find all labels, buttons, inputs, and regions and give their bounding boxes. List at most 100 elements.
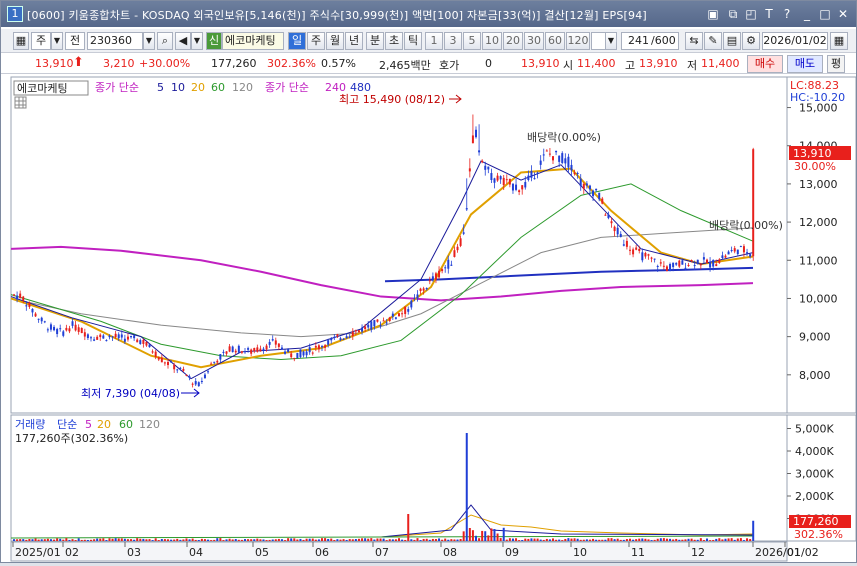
legend-ma60: 60 — [211, 81, 225, 94]
volume-bar — [139, 538, 142, 541]
volume-bar — [533, 538, 536, 541]
volume-bar — [545, 538, 548, 541]
volume-bar — [459, 538, 462, 541]
save-icon[interactable]: ▤ — [723, 32, 741, 50]
volume-bar — [321, 538, 323, 541]
speaker-dropdown-icon[interactable]: ▼ — [191, 32, 203, 50]
volume-bar — [74, 540, 77, 541]
interval-dropdown-icon[interactable]: ▼ — [605, 32, 617, 50]
period-select[interactable]: 주 — [31, 32, 51, 50]
tag-icon[interactable]: T — [761, 6, 777, 22]
prev-button[interactable]: 전 — [65, 32, 85, 50]
settings-gear-icon[interactable]: ⚙ — [742, 32, 760, 50]
close-icon[interactable]: ✕ — [835, 6, 851, 22]
candle-body — [247, 348, 250, 350]
volume-bar — [702, 540, 705, 541]
candle-body — [502, 177, 505, 186]
volume-bar — [579, 539, 582, 541]
volume-bar — [244, 539, 246, 541]
price-tick-label: 9,000 — [799, 331, 831, 344]
count-input[interactable]: 241 — [621, 32, 651, 50]
speaker-icon[interactable]: ◀ — [175, 32, 191, 50]
candle-body — [434, 273, 437, 280]
help-icon[interactable]: ? — [779, 6, 795, 22]
tab-day[interactable]: 일 — [288, 32, 306, 50]
tab-minute[interactable]: 분 — [366, 32, 384, 50]
candle-body — [706, 259, 708, 263]
candle-body — [154, 351, 157, 357]
volume-bar — [561, 540, 564, 541]
volume-bar — [77, 538, 80, 541]
interval-120[interactable]: 120 — [566, 32, 590, 50]
volume-value: 177,260 — [211, 57, 257, 70]
candle-body — [46, 329, 49, 331]
interval-20[interactable]: 20 — [503, 32, 523, 50]
candle-body — [188, 376, 191, 379]
date-input[interactable]: 2026/01/02 — [762, 32, 828, 50]
interval-1[interactable]: 1 — [425, 32, 443, 50]
stock-name-field[interactable]: 에코마케팅 — [222, 32, 284, 50]
candle-body — [133, 335, 136, 339]
candle-body — [690, 260, 693, 262]
tab-month[interactable]: 월 — [326, 32, 344, 50]
candle-body — [709, 261, 712, 268]
volume-bar — [604, 539, 607, 541]
calendar-icon[interactable]: ▦ — [830, 32, 848, 50]
window-toggle-icon[interactable]: ▣ — [705, 6, 721, 22]
volume-bar — [394, 539, 397, 541]
code-dropdown-icon[interactable]: ▼ — [143, 32, 155, 50]
candle-body — [111, 336, 114, 338]
interval-3[interactable]: 3 — [444, 32, 462, 50]
volume-bar — [644, 538, 647, 541]
candle-body — [404, 306, 407, 314]
interval-60[interactable]: 60 — [545, 32, 565, 50]
volume-bar — [564, 538, 567, 541]
candle-body — [582, 183, 585, 189]
grid-icon[interactable]: ▦ — [13, 32, 29, 50]
volume-ma120: 120 — [139, 418, 160, 431]
window-lock-icon[interactable]: ◰ — [743, 6, 759, 22]
interval-30[interactable]: 30 — [524, 32, 544, 50]
volume-bar — [176, 538, 179, 541]
tab-week[interactable]: 주 — [307, 32, 325, 50]
volume-bar — [216, 538, 219, 541]
interval-5[interactable]: 5 — [463, 32, 481, 50]
volume-bar — [696, 539, 699, 541]
volume-bar — [302, 539, 305, 541]
candle-body — [561, 153, 564, 163]
period-dropdown-icon[interactable]: ▼ — [51, 32, 63, 50]
candle-body — [462, 232, 465, 234]
volume-bar — [250, 539, 253, 541]
sell-button[interactable]: 매도 — [787, 55, 823, 73]
window-link-icon[interactable]: ⧉ — [725, 6, 741, 22]
volume-bar — [163, 539, 166, 541]
minimize-icon[interactable]: _ — [799, 6, 815, 22]
volume-bar — [185, 538, 188, 541]
search-icon[interactable]: ⌕ — [157, 32, 173, 50]
volume-bar — [712, 539, 715, 541]
candle-body — [43, 321, 46, 323]
volume-bar — [197, 539, 200, 541]
grid-toggle-icon[interactable] — [14, 96, 27, 109]
volume-bar — [182, 539, 185, 541]
volume-bar — [595, 539, 598, 541]
eval-button[interactable]: 평 — [827, 55, 845, 73]
stock-code-input[interactable]: 230360 — [87, 32, 143, 50]
buy-button[interactable]: 매수 — [747, 55, 783, 73]
volume-bar — [200, 538, 203, 541]
compare-icon[interactable]: ⇆ — [685, 32, 703, 50]
tab-second[interactable]: 초 — [385, 32, 403, 50]
volume-bar — [16, 539, 19, 541]
window-number-badge[interactable]: 1 — [7, 6, 23, 22]
chart-area[interactable]: 15,00014,00013,00012,00011,00010,0009,00… — [1, 75, 857, 563]
candle-body — [736, 249, 739, 255]
tab-tick[interactable]: 틱 — [404, 32, 422, 50]
candle-body — [638, 248, 641, 251]
tools-icon[interactable]: ✎ — [704, 32, 722, 50]
interval-10[interactable]: 10 — [482, 32, 502, 50]
volume-bar — [130, 539, 133, 541]
price-volume-chart[interactable]: 15,00014,00013,00012,00011,00010,0009,00… — [1, 75, 857, 563]
date-axis-label: 11 — [631, 546, 645, 559]
maximize-icon[interactable]: □ — [817, 6, 833, 22]
tab-year[interactable]: 년 — [345, 32, 363, 50]
